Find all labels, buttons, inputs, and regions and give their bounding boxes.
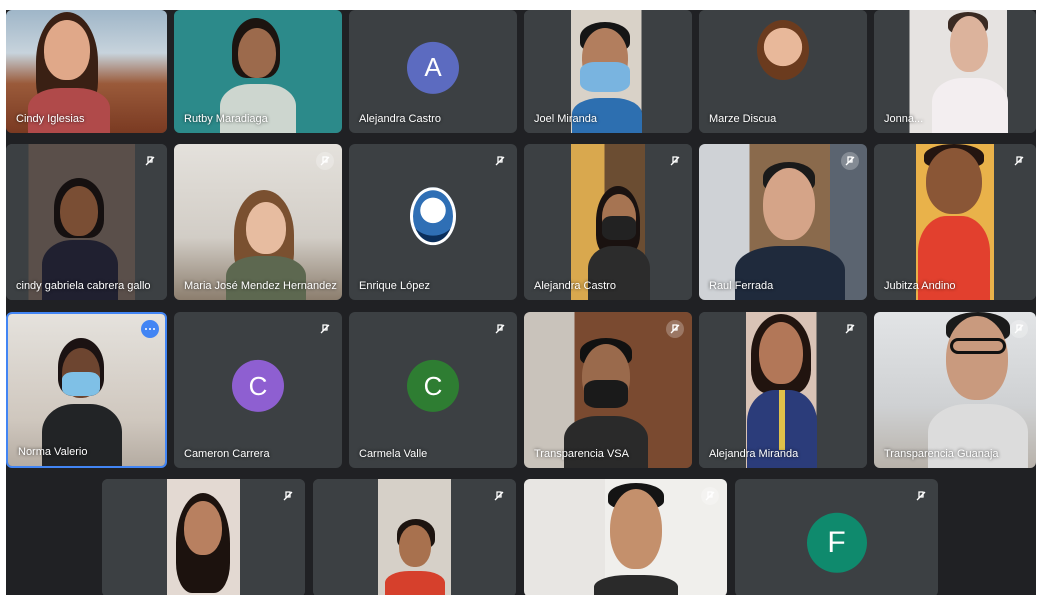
more-options-icon[interactable] (141, 320, 159, 338)
participant-tile-rutby-maradiaga[interactable]: Rutby Maradiaga (174, 10, 342, 133)
participant-tile-cameron-carrera[interactable]: C Cameron Carrera (174, 312, 342, 468)
video-grid: Cindy Iglesias Rutby Maradiaga A Alejand… (6, 10, 1036, 595)
participant-tile-row4-2[interactable] (313, 479, 516, 595)
participant-tile-maria-jose-mendez-hernandez[interactable]: Maria José Mendez Hernandez (174, 144, 342, 300)
participant-tile-transparencia-guanaja[interactable]: Transparencia Guanaja (874, 312, 1036, 468)
participant-name: Maria José Mendez Hernandez (184, 280, 337, 292)
mic-off-icon (141, 152, 159, 170)
participant-tile-alejandra-castro-video[interactable]: Alejandra Castro (524, 144, 692, 300)
mic-off-icon (912, 487, 930, 505)
participant-name: Enrique López (359, 280, 430, 292)
participant-video (313, 479, 516, 595)
participant-video (102, 479, 305, 595)
participant-tile-alejandra-castro[interactable]: A Alejandra Castro (349, 10, 517, 133)
participant-name: Norma Valerio (18, 446, 88, 458)
participant-tile-alejandra-miranda[interactable]: Alejandra Miranda (699, 312, 867, 468)
participant-video (174, 144, 342, 300)
participant-tile-transparencia-vsa[interactable]: Transparencia VSA (524, 312, 692, 468)
mic-off-icon (666, 152, 684, 170)
participant-video (524, 144, 692, 300)
participant-tile-joel-miranda[interactable]: Joel Miranda (524, 10, 692, 133)
participant-tile-cindy-gabriela-cabrera-gallo[interactable]: cindy gabriela cabrera gallo (6, 144, 167, 300)
avatar: F (806, 512, 867, 573)
participant-tile-norma-valerio[interactable]: Norma Valerio (6, 312, 167, 468)
participant-name: Alejandra Miranda (709, 448, 799, 460)
participant-tile-jonna[interactable]: Jonna... (874, 10, 1036, 133)
participant-name: Joel Miranda (534, 113, 597, 125)
participant-name: cindy gabriela cabrera gallo (16, 280, 151, 292)
participant-video (524, 479, 727, 595)
participant-name: Cameron Carrera (184, 448, 270, 460)
organization-logo (410, 187, 456, 246)
participant-name: Raul Ferrada (709, 280, 774, 292)
participant-video (8, 314, 165, 466)
mic-off-icon (491, 320, 509, 338)
participant-name: Marze Discua (709, 113, 777, 125)
participant-name: Rutby Maradiaga (184, 113, 268, 125)
mic-off-icon (491, 152, 509, 170)
participant-name: Alejandra Castro (359, 113, 441, 125)
mic-off-icon (279, 487, 297, 505)
mic-off-icon (701, 487, 719, 505)
participant-name: Alejandra Castro (534, 280, 616, 292)
participant-tile-raul-ferrada[interactable]: Raul Ferrada (699, 144, 867, 300)
mic-off-icon (1010, 152, 1028, 170)
participant-name: Cindy Iglesias (16, 113, 85, 125)
participant-tile-row4-3[interactable] (524, 479, 727, 595)
participant-video (699, 312, 867, 468)
mic-off-icon (666, 320, 684, 338)
participant-name: Transparencia Guanaja (884, 448, 999, 460)
avatar: A (407, 41, 459, 94)
participant-name: Transparencia VSA (534, 448, 629, 460)
mic-off-icon (1010, 320, 1028, 338)
participant-tile-enrique-lopez[interactable]: Enrique López (349, 144, 517, 300)
mic-off-icon (841, 152, 859, 170)
avatar: C (232, 359, 284, 412)
participant-tile-carmela-valle[interactable]: C Carmela Valle (349, 312, 517, 468)
mic-off-icon (316, 152, 334, 170)
participant-name: Jonna... (884, 113, 924, 125)
mic-off-icon (316, 320, 334, 338)
avatar: C (407, 359, 459, 412)
participant-name: Jubitza Andino (884, 280, 956, 292)
mic-off-icon (841, 320, 859, 338)
participant-tile-row4-4[interactable]: F (735, 479, 938, 595)
mic-off-icon (490, 487, 508, 505)
participant-tile-jubitza-andino[interactable]: Jubitza Andino (874, 144, 1036, 300)
participant-video (524, 312, 692, 468)
participant-tile-cindy-iglesias[interactable]: Cindy Iglesias (6, 10, 167, 133)
participant-name: Carmela Valle (359, 448, 428, 460)
participant-video (699, 144, 867, 300)
participant-tile-row4-1[interactable] (102, 479, 305, 595)
participant-tile-marze-discua[interactable]: Marze Discua (699, 10, 867, 133)
